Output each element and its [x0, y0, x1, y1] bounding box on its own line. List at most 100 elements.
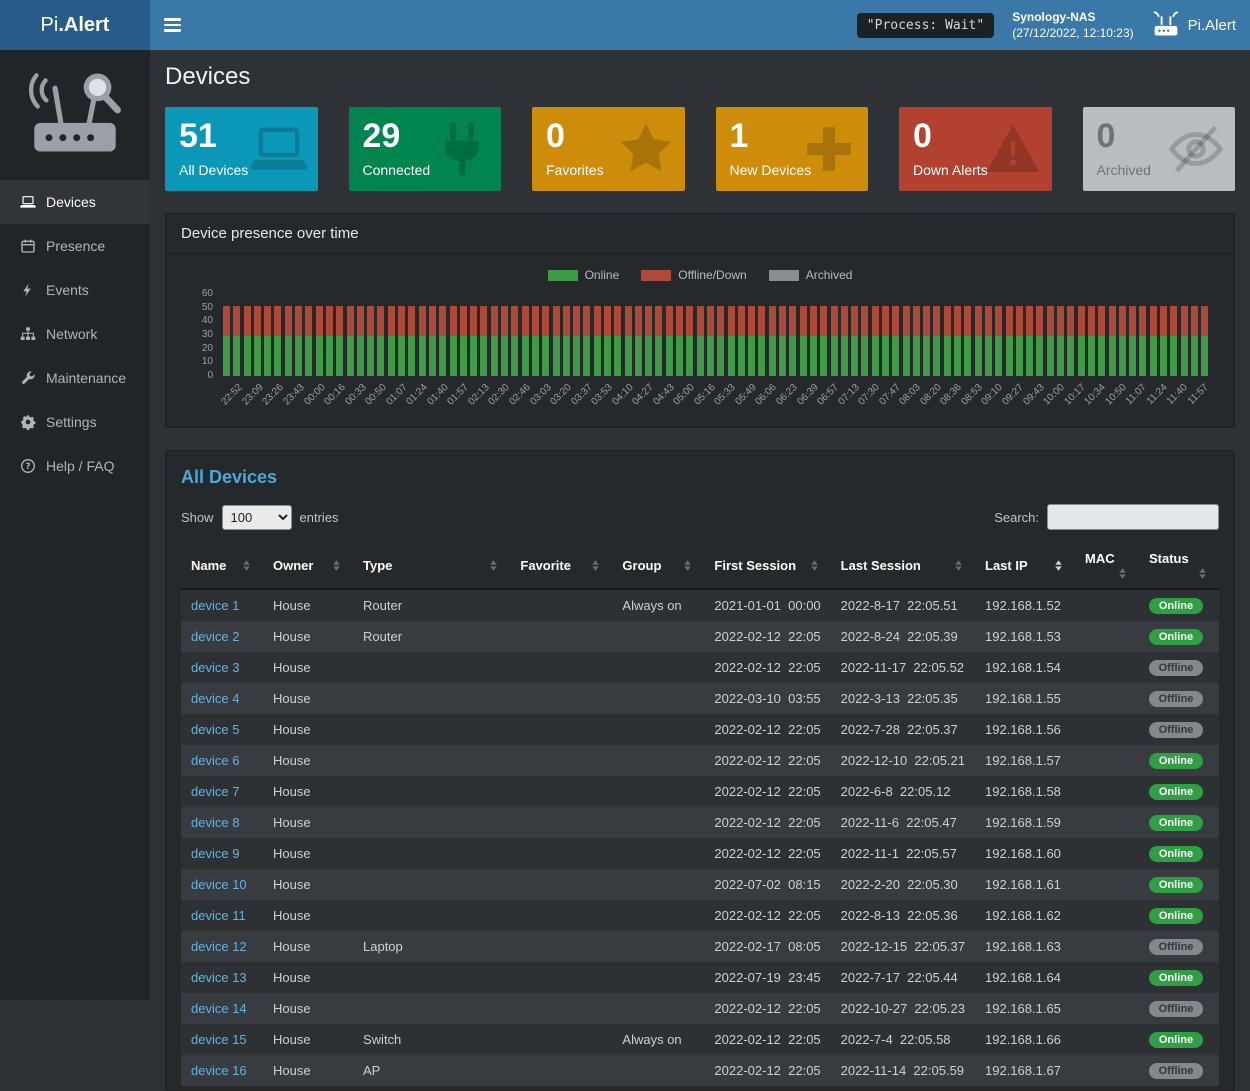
first-session-cell: 2022-02-12 22:05 — [704, 993, 830, 1024]
group-cell — [612, 962, 704, 993]
favorite-cell — [510, 1055, 612, 1086]
device-name-link[interactable]: device 13 — [191, 970, 247, 985]
x-axis-label: 07:30 — [856, 382, 881, 407]
sidebar-item-presence[interactable]: Presence — [0, 224, 150, 268]
device-name-link[interactable]: device 11 — [191, 908, 246, 923]
device-name-link[interactable]: device 15 — [191, 1032, 247, 1047]
device-name-link[interactable]: device 16 — [191, 1063, 247, 1078]
chart-bar — [419, 294, 426, 376]
sidebar-item-devices[interactable]: Devices — [0, 180, 150, 224]
infobox-new-devices[interactable]: 1New Devices — [716, 107, 869, 191]
warning-icon — [984, 120, 1042, 178]
entries-select[interactable]: 100 — [222, 505, 292, 530]
x-axis-label: 11:57 — [1186, 382, 1211, 407]
group-cell — [612, 652, 704, 683]
device-name-link[interactable]: device 2 — [191, 629, 239, 644]
chart-legend: OnlineOffline/DownArchived — [181, 268, 1219, 282]
name-cell: device 12 — [181, 931, 263, 962]
device-name-link[interactable]: device 6 — [191, 753, 239, 768]
table-row: device 9House2022-02-12 22:052022-11-1 2… — [181, 838, 1219, 869]
column-header-name[interactable]: Name — [181, 543, 263, 589]
column-header-owner[interactable]: Owner — [263, 543, 353, 589]
favorite-cell — [510, 931, 612, 962]
chart-bar — [594, 294, 601, 376]
table-row: device 5House2022-02-12 22:052022-7-28 2… — [181, 714, 1219, 745]
column-header-favorite[interactable]: Favorite — [510, 543, 612, 589]
sidebar-item-network[interactable]: Network — [0, 312, 150, 356]
device-name-link[interactable]: device 5 — [191, 722, 239, 737]
sidebar-item-settings[interactable]: Settings — [0, 400, 150, 444]
infobox-connected[interactable]: 29Connected — [349, 107, 502, 191]
sidebar-item-label: Events — [46, 282, 89, 298]
owner-cell: House — [263, 745, 353, 776]
sidebar-item-maintenance[interactable]: Maintenance — [0, 356, 150, 400]
legend-swatch — [641, 270, 671, 281]
column-header-last-session[interactable]: Last Session — [831, 543, 975, 589]
infobox-archived[interactable]: 0Archived — [1083, 107, 1236, 191]
chart-bar — [233, 294, 240, 376]
sort-icon — [808, 559, 821, 572]
last-ip-cell: 192.168.1.53 — [975, 621, 1075, 652]
chart-bar — [604, 294, 611, 376]
host-time: (27/12/2022, 12:10:23) — [1012, 25, 1133, 41]
search-input[interactable] — [1047, 504, 1219, 530]
x-axis-label: 05:00 — [672, 382, 697, 407]
last-session-cell: 2022-8-13 22:05.36 — [831, 900, 975, 931]
favorite-cell — [510, 589, 612, 621]
infobox-favorites[interactable]: 0Favorites — [532, 107, 685, 191]
device-name-link[interactable]: device 8 — [191, 815, 239, 830]
owner-cell: House — [263, 838, 353, 869]
group-cell — [612, 683, 704, 714]
table-row: device 2HouseRouter2022-02-12 22:052022-… — [181, 621, 1219, 652]
column-header-first-session[interactable]: First Session — [704, 543, 830, 589]
x-axis-label: 00:16 — [322, 382, 347, 407]
device-name-link[interactable]: device 1 — [191, 598, 239, 613]
group-cell — [612, 621, 704, 652]
column-header-group[interactable]: Group — [612, 543, 704, 589]
host-info: Synology-NAS (27/12/2022, 12:10:23) — [1012, 9, 1133, 41]
chart-bar — [975, 294, 982, 376]
owner-cell: House — [263, 993, 353, 1024]
type-cell — [353, 652, 510, 683]
table-row: device 4House2022-03-10 03:552022-3-13 2… — [181, 683, 1219, 714]
x-axis-label: 06:57 — [815, 382, 840, 407]
device-name-link[interactable]: device 12 — [191, 939, 247, 954]
first-session-cell: 2022-03-10 03:55 — [704, 683, 830, 714]
x-axis-label: 00:00 — [302, 382, 327, 407]
column-header-mac[interactable]: MAC — [1075, 543, 1139, 589]
last-ip-cell: 192.168.1.60 — [975, 838, 1075, 869]
table-row: device 6House2022-02-12 22:052022-12-10 … — [181, 745, 1219, 776]
type-cell — [353, 745, 510, 776]
group-cell — [612, 931, 704, 962]
status-badge: Offline — [1149, 722, 1203, 738]
first-session-cell: 2022-02-12 22:05 — [704, 1055, 830, 1086]
chart-bar — [1119, 294, 1126, 376]
chart-bar — [377, 294, 384, 376]
chart-bar — [491, 294, 498, 376]
sidebar-item-label: Devices — [46, 194, 96, 210]
device-name-link[interactable]: device 4 — [191, 691, 239, 706]
device-name-link[interactable]: device 14 — [191, 1001, 247, 1016]
sidebar-toggle-button[interactable] — [150, 0, 194, 50]
table-row: device 15HouseSwitchAlways on2022-02-12 … — [181, 1024, 1219, 1055]
sidebar-item-events[interactable]: Events — [0, 268, 150, 312]
device-name-link[interactable]: device 7 — [191, 784, 239, 799]
status-cell: Online — [1139, 1024, 1219, 1055]
first-session-cell: 2022-02-12 22:05 — [704, 807, 830, 838]
x-axis-label: 10:34 — [1082, 382, 1107, 407]
device-name-link[interactable]: device 3 — [191, 660, 239, 675]
chart-panel-title: Device presence over time — [166, 214, 1234, 254]
column-header-status[interactable]: Status — [1139, 543, 1219, 589]
x-axis-label: 07:47 — [877, 382, 902, 407]
column-header-last-ip[interactable]: Last IP — [975, 543, 1075, 589]
device-name-link[interactable]: device 9 — [191, 846, 239, 861]
device-name-link[interactable]: device 10 — [191, 877, 247, 892]
infobox-all-devices[interactable]: 51All Devices — [165, 107, 318, 191]
app-logo[interactable]: Pi.Alert — [0, 0, 150, 50]
sidebar-item-help[interactable]: Help / FAQ — [0, 444, 150, 488]
chart-x-axis: 22:5223:0923:2623:4300:0000:1600:3300:50… — [223, 379, 1209, 419]
sitemap-icon — [20, 326, 36, 342]
infobox-down-alerts[interactable]: 0Down Alerts — [899, 107, 1052, 191]
last-ip-cell: 192.168.1.58 — [975, 776, 1075, 807]
column-header-type[interactable]: Type — [353, 543, 510, 589]
